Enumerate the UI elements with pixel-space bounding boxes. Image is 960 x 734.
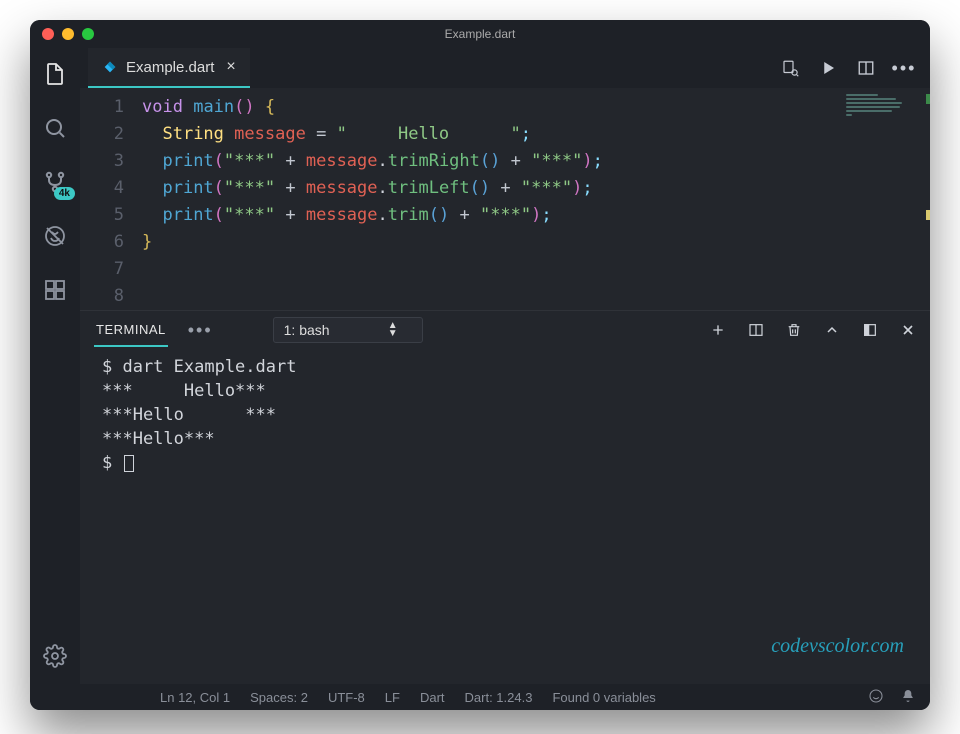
terminal-select[interactable]: 1: bash ▲▼ bbox=[273, 317, 423, 343]
minimap[interactable] bbox=[846, 92, 926, 122]
watermark: codevscolor.com bbox=[771, 635, 904, 658]
activity-bar: 4k bbox=[30, 48, 80, 684]
status-eol[interactable]: LF bbox=[385, 690, 400, 705]
body: 4k Example.dart × bbox=[30, 48, 930, 684]
editor-column: Example.dart × ••• bbox=[80, 48, 930, 684]
editor-tab-example[interactable]: Example.dart × bbox=[88, 48, 250, 88]
status-sdk[interactable]: Dart: 1.24.3 bbox=[465, 690, 533, 705]
panel-actions bbox=[710, 322, 916, 338]
maximize-panel-icon[interactable] bbox=[824, 322, 840, 338]
titlebar: Example.dart bbox=[30, 20, 930, 48]
close-panel-icon[interactable] bbox=[900, 322, 916, 338]
dart-file-icon bbox=[102, 59, 118, 75]
overview-ruler-mark bbox=[926, 210, 930, 220]
line-gutter: 1 2 3 4 5 6 7 8 bbox=[80, 88, 138, 310]
tab-filename: Example.dart bbox=[126, 59, 214, 76]
panel: TERMINAL ••• 1: bash ▲▼ bbox=[80, 310, 930, 684]
status-variables[interactable]: Found 0 variables bbox=[552, 690, 655, 705]
split-editor-icon[interactable] bbox=[856, 58, 876, 78]
panel-tabs: TERMINAL ••• 1: bash ▲▼ bbox=[80, 311, 930, 349]
tab-close-icon[interactable]: × bbox=[226, 59, 235, 75]
source-control-icon[interactable]: 4k bbox=[41, 168, 69, 196]
editor-actions: ••• bbox=[780, 58, 930, 78]
panel-tab-terminal[interactable]: TERMINAL bbox=[94, 314, 168, 347]
search-icon[interactable] bbox=[41, 114, 69, 142]
panel-more-icon[interactable]: ••• bbox=[188, 320, 213, 341]
status-indent[interactable]: Spaces: 2 bbox=[250, 690, 308, 705]
explorer-icon[interactable] bbox=[41, 60, 69, 88]
terminal-output[interactable]: $ dart Example.dart *** Hello*** ***Hell… bbox=[80, 349, 930, 684]
overview-ruler-mark bbox=[926, 94, 930, 104]
notifications-bell-icon[interactable] bbox=[900, 688, 916, 707]
select-updown-icon: ▲▼ bbox=[388, 322, 398, 338]
split-terminal-icon[interactable] bbox=[748, 322, 764, 338]
status-cursor-pos[interactable]: Ln 12, Col 1 bbox=[160, 690, 230, 705]
code-editor[interactable]: 1 2 3 4 5 6 7 8 void main() { String mes… bbox=[80, 88, 930, 310]
new-terminal-icon[interactable] bbox=[710, 322, 726, 338]
feedback-smiley-icon[interactable] bbox=[868, 688, 884, 707]
status-encoding[interactable]: UTF-8 bbox=[328, 690, 365, 705]
editor-wrap: 1 2 3 4 5 6 7 8 void main() { String mes… bbox=[80, 88, 930, 684]
status-language[interactable]: Dart bbox=[420, 690, 445, 705]
run-icon[interactable] bbox=[818, 58, 838, 78]
window-title: Example.dart bbox=[30, 27, 930, 41]
more-actions-icon[interactable]: ••• bbox=[894, 58, 914, 78]
source-control-badge: 4k bbox=[54, 187, 75, 200]
open-changes-icon[interactable] bbox=[780, 58, 800, 78]
code-content: void main() { String message = " Hello "… bbox=[138, 88, 930, 310]
debug-icon[interactable] bbox=[41, 222, 69, 250]
window: Example.dart 4k bbox=[30, 20, 930, 710]
toggle-panel-icon[interactable] bbox=[862, 322, 878, 338]
settings-gear-icon[interactable] bbox=[41, 642, 69, 670]
kill-terminal-icon[interactable] bbox=[786, 322, 802, 338]
status-bar: Ln 12, Col 1 Spaces: 2 UTF-8 LF Dart Dar… bbox=[30, 684, 930, 710]
extensions-icon[interactable] bbox=[41, 276, 69, 304]
terminal-cursor bbox=[124, 455, 134, 472]
editor-tabs: Example.dart × ••• bbox=[80, 48, 930, 88]
